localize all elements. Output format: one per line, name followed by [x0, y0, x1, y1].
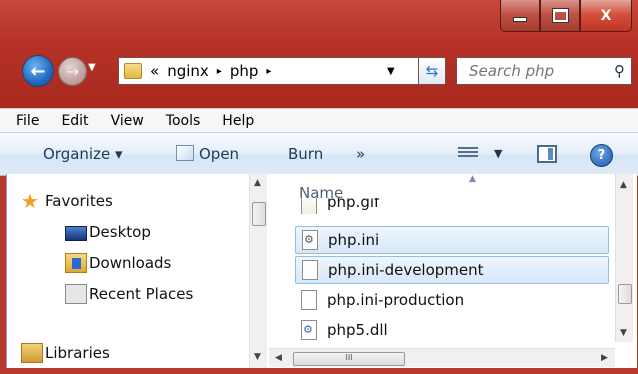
maximize-icon	[551, 8, 569, 23]
help-button[interactable]: ?	[590, 144, 613, 167]
address-overflow[interactable]: «	[150, 62, 159, 80]
desktop-icon	[65, 226, 87, 241]
command-bar: Organize ▾ Open Burn » ▼ ?	[0, 132, 638, 176]
organize-button[interactable]: Organize ▾	[43, 145, 123, 163]
content-area: ★ Favorites Desktop Downloads Recent Pla…	[6, 174, 637, 368]
back-button[interactable]: ←	[22, 55, 54, 87]
close-button[interactable]: X	[580, 0, 632, 32]
open-icon	[176, 145, 194, 161]
scroll-up-icon[interactable]: ▲	[620, 180, 627, 190]
menu-bar: File Edit View Tools Help	[0, 108, 638, 133]
minimize-button[interactable]	[500, 0, 540, 32]
view-options-dropdown-icon[interactable]: ▼	[494, 147, 502, 160]
scrollbar-thumb[interactable]: III	[293, 352, 405, 366]
file-row[interactable]: php.gif	[295, 198, 609, 214]
scroll-down-icon[interactable]: ▼	[254, 352, 261, 362]
file-icon	[302, 260, 318, 280]
file-name: php.ini-production	[327, 291, 465, 309]
nav-item-label: Recent Places	[89, 285, 194, 303]
close-icon: X	[600, 7, 612, 24]
back-arrow-icon: ←	[30, 60, 46, 82]
address-bar[interactable]: « nginx ▸ php ▸ ▼	[118, 57, 446, 85]
menu-view[interactable]: View	[111, 113, 144, 129]
nav-item-label: Downloads	[89, 254, 172, 272]
scroll-up-icon[interactable]: ▲	[254, 178, 261, 188]
breadcrumb-php[interactable]: php	[230, 62, 259, 80]
title-bar-buttons: X	[500, 0, 632, 34]
file-name: php.ini	[328, 231, 380, 249]
minimize-icon	[513, 17, 527, 22]
breadcrumb-separator-icon[interactable]: ▸	[266, 66, 271, 77]
forward-button[interactable]: →	[58, 57, 87, 86]
dll-file-icon	[301, 320, 317, 340]
search-input[interactable]	[467, 61, 611, 81]
maximize-button[interactable]	[540, 0, 580, 32]
nav-pane-scrollbar[interactable]: ▲ ▼	[249, 174, 267, 368]
nav-item-recent-places[interactable]: Recent Places	[65, 284, 194, 304]
open-button[interactable]: Open	[176, 145, 239, 163]
nav-item-favorites[interactable]: ★ Favorites	[21, 191, 113, 211]
file-row[interactable]: php.ini	[295, 226, 609, 254]
scrollbar-thumb[interactable]	[618, 284, 632, 304]
grip-icon: III	[345, 353, 353, 362]
nav-item-label: Desktop	[89, 223, 151, 241]
file-row[interactable]: php.ini-development	[295, 256, 609, 284]
gif-file-icon	[301, 198, 317, 214]
recent-places-icon	[65, 284, 87, 304]
refresh-icon: ⇆	[425, 62, 439, 80]
address-dropdown-icon[interactable]: ▼	[387, 66, 395, 77]
navigation-bar: ← → ▼ « nginx ▸ php ▸ ▼ ⇆ ⚲	[0, 52, 638, 90]
preview-pane-icon[interactable]	[537, 145, 557, 163]
scrollbar-thumb[interactable]	[252, 202, 266, 226]
libraries-icon	[21, 343, 43, 363]
explorer-window: X ← → ▼ « nginx ▸ php ▸ ▼ ⇆ ⚲ File Edit …	[0, 0, 638, 374]
file-list-pane: ▲ Name php.gif php.ini php.ini-developme…	[269, 174, 637, 368]
file-list-horizontal-scrollbar[interactable]: ◀ III ▶	[269, 348, 615, 367]
more-commands-button[interactable]: »	[356, 145, 365, 163]
config-file-icon	[302, 230, 318, 250]
nav-item-downloads[interactable]: Downloads	[65, 253, 172, 273]
downloads-folder-icon	[65, 253, 87, 273]
file-name: php.gif	[327, 198, 380, 211]
menu-help[interactable]: Help	[222, 113, 254, 129]
recent-pages-dropdown[interactable]: ▼	[88, 62, 102, 76]
menu-tools[interactable]: Tools	[166, 113, 201, 129]
breadcrumb-separator-icon[interactable]: ▸	[217, 66, 222, 77]
star-icon: ★	[21, 189, 39, 213]
breadcrumb-nginx[interactable]: nginx	[167, 62, 209, 80]
search-icon[interactable]: ⚲	[614, 62, 625, 80]
scroll-left-icon[interactable]: ◀	[275, 353, 282, 363]
burn-button[interactable]: Burn	[288, 145, 323, 163]
menu-edit[interactable]: Edit	[61, 113, 88, 129]
forward-arrow-icon: →	[65, 62, 80, 81]
nav-item-label: Libraries	[45, 344, 110, 362]
folder-icon	[124, 63, 142, 79]
scroll-right-icon[interactable]: ▶	[601, 353, 608, 363]
change-view-icon[interactable]	[458, 147, 478, 161]
navigation-pane: ★ Favorites Desktop Downloads Recent Pla…	[7, 174, 249, 368]
open-label: Open	[199, 145, 240, 163]
file-row[interactable]: php5.dll	[295, 316, 609, 344]
help-icon: ?	[597, 148, 606, 163]
file-name: php5.dll	[327, 321, 388, 339]
scroll-down-icon[interactable]: ▼	[620, 328, 627, 338]
sort-ascending-icon: ▲	[469, 174, 476, 184]
file-list-vertical-scrollbar[interactable]: ▲ ▼	[615, 174, 633, 342]
nav-item-desktop[interactable]: Desktop	[65, 223, 151, 241]
menu-file[interactable]: File	[16, 113, 39, 129]
nav-item-label: Favorites	[45, 192, 113, 210]
file-icon	[301, 290, 317, 310]
nav-item-libraries[interactable]: Libraries	[21, 343, 110, 363]
search-box[interactable]: ⚲	[456, 57, 632, 85]
file-row[interactable]: php.ini-production	[295, 286, 609, 314]
file-name: php.ini-development	[328, 261, 484, 279]
refresh-button[interactable]: ⇆	[418, 57, 446, 85]
